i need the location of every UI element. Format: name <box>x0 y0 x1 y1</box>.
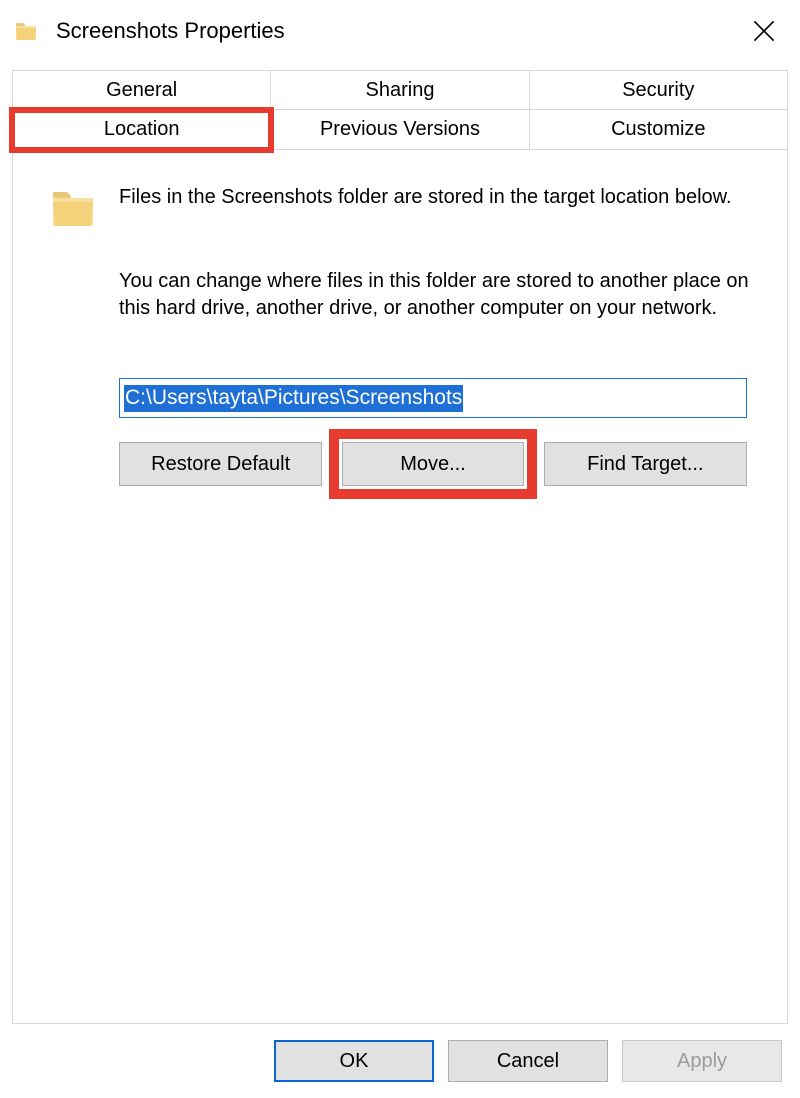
tab-general[interactable]: General <box>12 70 271 110</box>
tabs-row-1: General Sharing Security <box>12 70 788 110</box>
window-title: Screenshots Properties <box>56 18 285 44</box>
close-button[interactable] <box>734 7 794 55</box>
tab-label: Location <box>104 118 180 141</box>
close-icon <box>753 20 775 42</box>
tab-location[interactable]: Location <box>12 110 271 150</box>
tab-customize[interactable]: Customize <box>530 110 788 150</box>
folder-icon <box>14 19 38 43</box>
dialog-body: General Sharing Security Location Previo… <box>0 62 800 1024</box>
description-text: You can change where files in this folde… <box>119 268 751 322</box>
intro-text: Files in the Screenshots folder are stor… <box>119 184 732 211</box>
tab-label: Security <box>622 79 694 102</box>
button-label: Cancel <box>497 1050 559 1073</box>
ok-button[interactable]: OK <box>274 1040 434 1082</box>
button-label: Restore Default <box>151 453 290 476</box>
tab-security[interactable]: Security <box>530 70 788 110</box>
tab-content-location: Files in the Screenshots folder are stor… <box>12 150 788 1024</box>
cancel-button[interactable]: Cancel <box>448 1040 608 1082</box>
find-target-button[interactable]: Find Target... <box>544 442 747 486</box>
location-path-input[interactable]: C:\Users\tayta\Pictures\Screenshots <box>119 378 747 418</box>
titlebar: Screenshots Properties <box>0 0 800 62</box>
button-label: Move... <box>400 453 466 476</box>
button-label: Find Target... <box>587 453 703 476</box>
button-label: OK <box>340 1050 369 1073</box>
intro-row: Files in the Screenshots folder are stor… <box>49 184 751 232</box>
restore-default-button[interactable]: Restore Default <box>119 442 322 486</box>
tab-previous-versions[interactable]: Previous Versions <box>271 110 529 150</box>
tab-label: Customize <box>611 118 705 141</box>
location-path-value: C:\Users\tayta\Pictures\Screenshots <box>124 385 463 412</box>
move-button-highlight: Move... <box>342 442 523 486</box>
button-label: Apply <box>677 1050 727 1073</box>
location-buttons-row: Restore Default Move... Find Target... <box>119 442 747 486</box>
path-field-wrap: C:\Users\tayta\Pictures\Screenshots <box>119 378 747 418</box>
dialog-footer: OK Cancel Apply <box>0 1024 800 1098</box>
apply-button[interactable]: Apply <box>622 1040 782 1082</box>
tab-label: Sharing <box>366 79 435 102</box>
move-button[interactable]: Move... <box>342 442 523 486</box>
tab-label: General <box>106 79 177 102</box>
tab-sharing[interactable]: Sharing <box>271 70 529 110</box>
tabs-row-2: Location Previous Versions Customize <box>12 110 788 150</box>
folder-icon <box>49 184 97 232</box>
tab-label: Previous Versions <box>320 118 480 141</box>
